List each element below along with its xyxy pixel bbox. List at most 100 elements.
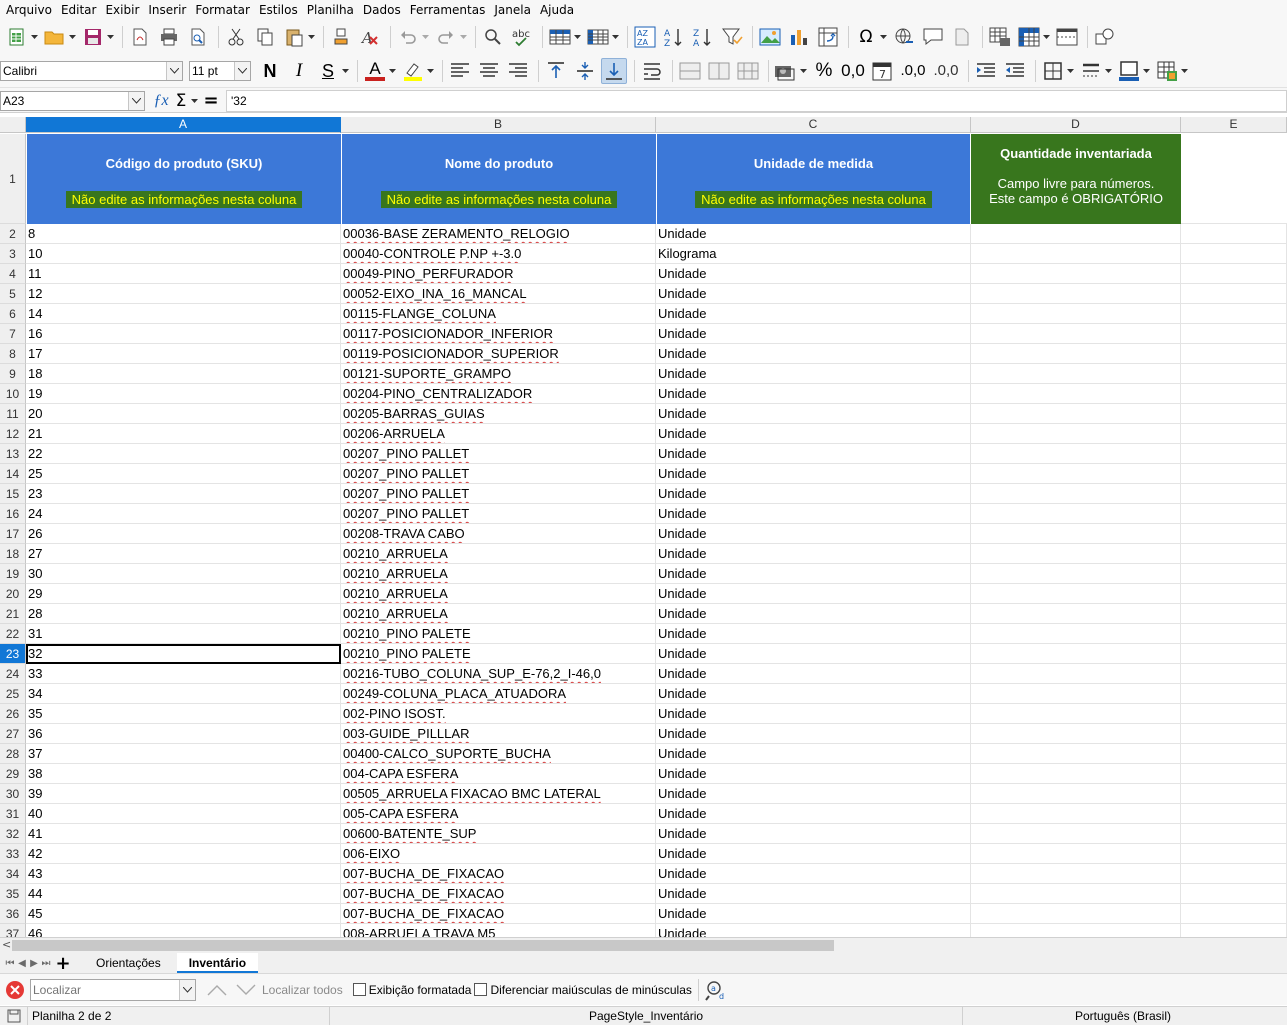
cell-product-name[interactable]: 00210_PINO PALETE [341,644,656,664]
cell-sku[interactable]: 25 [26,464,341,484]
cell-quantity[interactable] [971,564,1181,584]
add-sheet-button[interactable]: + [52,953,74,974]
row-header-3[interactable]: 3 [0,244,26,264]
cell-e[interactable] [1181,564,1287,584]
cell-e[interactable] [1181,864,1287,884]
hyperlink-button[interactable] [891,24,917,50]
cell-quantity[interactable] [971,664,1181,684]
row-header-2[interactable]: 2 [0,224,26,244]
cell-quantity[interactable] [971,804,1181,824]
menu-inserir[interactable]: Inserir [146,3,193,17]
row-header-10[interactable]: 10 [0,384,26,404]
cell-unit[interactable]: Unidade [656,464,971,484]
formatted-display-checkbox[interactable] [352,983,366,996]
clear-formatting-button[interactable]: A [357,24,383,50]
print-preview-button[interactable] [185,24,211,50]
document-modified-indicator[interactable] [0,1006,28,1025]
cell-quantity[interactable] [971,624,1181,644]
menu-dados[interactable]: Dados [361,3,408,17]
cell-unit[interactable]: Unidade [656,304,971,324]
menu-ferramentas[interactable]: Ferramentas [408,3,493,17]
row-header-33[interactable]: 33 [0,844,26,864]
cell-sku[interactable]: 10 [26,244,341,264]
cell-e[interactable] [1181,284,1287,304]
menu-formatar[interactable]: Formatar [193,3,257,17]
row-header-1[interactable]: 1 [0,134,26,224]
redo-dropdown[interactable] [459,24,467,50]
cell-unit[interactable]: Unidade [656,544,971,564]
font-size-combobox[interactable]: 11 pt [189,60,251,81]
cell-product-name[interactable]: 007-BUCHA_DE_FIXACAO [341,864,656,884]
undo-button[interactable] [395,24,421,50]
redo-button[interactable] [433,24,459,50]
freeze-dropdown[interactable] [1042,24,1050,50]
cell-unit[interactable]: Unidade [656,324,971,344]
paste-button[interactable] [281,24,307,50]
highlight-color-button[interactable] [400,58,426,84]
row-header-30[interactable]: 30 [0,784,26,804]
underline-button[interactable]: S [315,58,341,84]
cell-e[interactable] [1181,704,1287,724]
header-cell-sku[interactable]: Código do produto (SKU) Não edite as inf… [27,134,341,224]
cell-sku[interactable]: 40 [26,804,341,824]
font-color-dropdown[interactable] [388,58,396,84]
cell-quantity[interactable] [971,604,1181,624]
sheet-tab-inventario[interactable]: Inventário [176,953,259,973]
cell-unit[interactable]: Unidade [656,264,971,284]
font-name-combobox[interactable]: Calibri [0,60,183,81]
borders-button[interactable] [1040,58,1066,84]
cell-quantity[interactable] [971,904,1181,924]
cell-sku[interactable]: 28 [26,604,341,624]
cell-quantity[interactable] [971,344,1181,364]
special-character-button[interactable]: Ω [853,24,879,50]
column-button[interactable] [585,24,611,50]
cell-unit[interactable]: Unidade [656,824,971,844]
cell-unit[interactable]: Unidade [656,724,971,744]
cell-product-name[interactable]: 00210_PINO PALETE [341,624,656,644]
find-replace-button[interactable] [480,24,506,50]
match-case-checkbox[interactable] [474,983,488,996]
unmerge-cells-button[interactable] [735,58,761,84]
cell-quantity[interactable] [971,684,1181,704]
menu-estilos[interactable]: Estilos [257,3,305,17]
headers-footers-button[interactable] [949,24,975,50]
cell-sku[interactable]: 39 [26,784,341,804]
cell-e[interactable] [1181,264,1287,284]
cell-e[interactable] [1181,804,1287,824]
cell-e[interactable] [1181,884,1287,904]
cell-e[interactable] [1181,664,1287,684]
name-box[interactable]: A23 [0,91,145,111]
cell-e[interactable] [1181,224,1287,244]
cell-unit[interactable]: Unidade [656,384,971,404]
cell-e[interactable] [1181,384,1287,404]
highlight-dropdown[interactable] [426,58,434,84]
scroll-left-icon[interactable]: < [2,938,11,951]
sum-dropdown[interactable] [190,88,198,114]
pivot-table-button[interactable] [815,24,841,50]
row-header-20[interactable]: 20 [0,584,26,604]
print-button[interactable] [156,24,182,50]
column-header-d[interactable]: D [971,117,1181,133]
close-find-button[interactable] [6,980,24,999]
bold-button[interactable]: N [257,58,283,84]
row-header-37[interactable]: 37 [0,924,26,937]
cell-product-name[interactable]: 00207_PINO PALLET [341,484,656,504]
row-header-34[interactable]: 34 [0,864,26,884]
cell-unit[interactable]: Unidade [656,644,971,664]
cell-e[interactable] [1181,784,1287,804]
cell-sku[interactable]: 35 [26,704,341,724]
previous-sheet-button[interactable]: ◀ [16,953,28,973]
cell-e[interactable] [1181,364,1287,384]
cell-sku[interactable]: 23 [26,484,341,504]
cell-quantity[interactable] [971,404,1181,424]
cell-sku[interactable]: 43 [26,864,341,884]
row-header-22[interactable]: 22 [0,624,26,644]
cell-sku[interactable]: 31 [26,624,341,644]
row-header-16[interactable]: 16 [0,504,26,524]
cell-unit[interactable]: Unidade [656,404,971,424]
cell-product-name[interactable]: 003-GUIDE_PILLLAR [341,724,656,744]
cell-e[interactable] [1181,824,1287,844]
header-cell-name[interactable]: Nome do produto Não edite as informações… [342,134,656,224]
cell-e[interactable] [1181,724,1287,744]
cell-quantity[interactable] [971,484,1181,504]
